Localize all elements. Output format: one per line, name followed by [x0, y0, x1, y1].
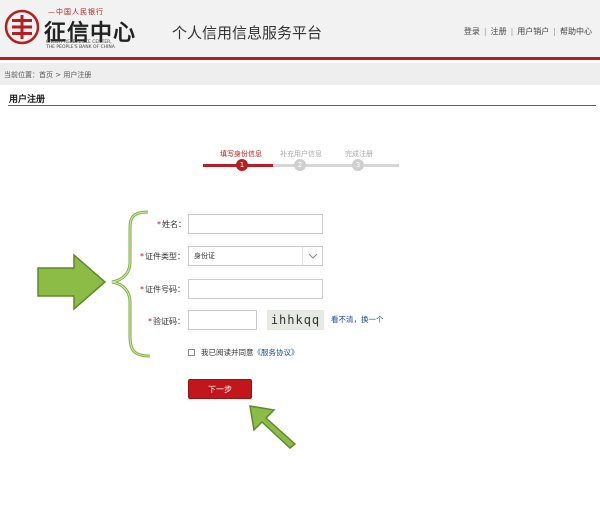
nav-separator: |	[483, 27, 487, 36]
nav-help-link[interactable]: 帮助中心	[560, 27, 592, 36]
credit-center-seal-icon	[4, 9, 40, 45]
id-number-label-text: 证件号码：	[145, 285, 185, 294]
id-number-input[interactable]	[188, 279, 323, 299]
id-type-label-text: 证件类型：	[145, 252, 185, 261]
step-1-circle: 1	[236, 159, 248, 171]
step-3-circle: 3	[352, 159, 364, 171]
required-mark: *	[157, 220, 161, 229]
nav-register-link[interactable]: 注册	[491, 27, 507, 36]
top-nav: 登录 | 注册 | 用户销户 | 帮助中心	[464, 26, 592, 37]
name-input[interactable]	[188, 214, 323, 234]
nav-cancel-account-link[interactable]: 用户销户	[517, 27, 549, 36]
agreement-checkbox[interactable]	[188, 349, 195, 356]
nav-separator: |	[510, 27, 514, 36]
step-2-label: 补充用户信息	[280, 150, 322, 158]
step-2-circle: 2	[294, 159, 306, 171]
captcha-label-text: 验证码：	[153, 317, 185, 326]
title-divider	[8, 105, 596, 106]
site-title: 个人信用信息服务平台	[172, 24, 323, 42]
page-title: 用户注册	[9, 95, 46, 105]
logo-english: CREDIT REFERENCE CENTER, THE PEOPLE'S BA…	[46, 40, 115, 50]
agreement-row: 我已阅读并同意《服务协议》	[188, 347, 299, 358]
chevron-down-icon[interactable]	[302, 247, 322, 265]
breadcrumb: 当前位置：首页 > 用户注册	[4, 71, 92, 79]
agreement-text: 我已阅读并同意	[201, 348, 254, 357]
arrow-annotation-icon	[37, 253, 107, 311]
nav-login-link[interactable]: 登录	[464, 27, 480, 36]
id-number-label: *证件号码：	[140, 284, 185, 295]
breadcrumb-bar: 当前位置：首页 > 用户注册	[0, 63, 600, 85]
nav-separator: |	[553, 27, 556, 36]
next-step-button[interactable]: 下一步	[188, 379, 252, 399]
step-3-label: 完成注册	[345, 150, 373, 158]
required-mark: *	[148, 317, 152, 326]
captcha-image[interactable]: ihhkqq	[267, 310, 324, 330]
step-1-label: 填写身份信息	[220, 150, 262, 158]
site-header: —中国人民银行 征信中心 CREDIT REFERENCE CENTER, TH…	[0, 0, 600, 60]
name-label-text: 姓名：	[162, 220, 186, 229]
captcha-refresh-link[interactable]: 看不清，换一个	[331, 314, 384, 325]
id-type-select[interactable]: 身份证	[188, 246, 323, 266]
required-mark: *	[140, 285, 144, 294]
logo-english-line-2: THE PEOPLE'S BANK OF CHINA	[46, 45, 115, 50]
captcha-label: *验证码：	[148, 316, 185, 327]
id-type-label: *证件类型：	[140, 251, 185, 262]
service-agreement-link[interactable]: 《服务协议》	[254, 348, 299, 357]
required-mark: *	[140, 252, 144, 261]
logo[interactable]: —中国人民银行 征信中心 CREDIT REFERENCE CENTER, TH…	[4, 5, 174, 53]
name-label: *姓名：	[157, 219, 186, 230]
step-2-3-bar	[273, 164, 399, 167]
captcha-input[interactable]	[188, 310, 257, 330]
arrow-annotation-icon	[249, 405, 297, 449]
id-type-selected-value: 身份证	[194, 252, 215, 260]
